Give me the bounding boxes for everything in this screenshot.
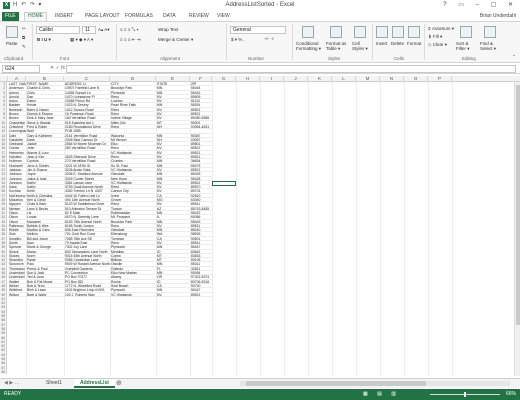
- ribbon-tabs: FILE HOME INSERT PAGE LAYOUT FORMULAS DA…: [0, 11, 520, 21]
- accounting-percent-comma-buttons[interactable]: $ ▾ % ,: [231, 37, 245, 43]
- autosum-label: AutoSum ▾: [432, 26, 455, 31]
- number-group-label: Number: [248, 56, 265, 61]
- tab-review[interactable]: REVIEW: [186, 12, 212, 21]
- bold-italic-underline-buttons[interactable]: B I U ▾: [37, 37, 51, 43]
- tab-formulas[interactable]: FORMULAS: [122, 12, 156, 21]
- formula-bar: G24 ✕ ✓ fx: [0, 64, 520, 74]
- name-box[interactable]: G24: [2, 65, 40, 73]
- view-mode-icons[interactable]: ▦ ▤ ▥: [363, 389, 400, 400]
- alignment-group-label: Alignment: [160, 56, 181, 61]
- divider: [32, 24, 33, 60]
- worksheet-grid[interactable]: ABCDEFGHIJKLMNOP 1LAST_NAMEFIRST_NAMEADD…: [0, 76, 520, 376]
- autosum-button[interactable]: Σ AutoSum ▾: [428, 26, 454, 32]
- ribbon: Paste ✂ ⧉ ✎ Clipboard Calibri 11 A▴ A▾ B…: [0, 21, 520, 63]
- align-top-icons[interactable]: ≡ ≡ ≡ ⤡ ▾: [120, 27, 138, 32]
- editing-group-label: Editing: [462, 56, 476, 61]
- number-format-select[interactable]: General: [230, 26, 286, 34]
- format-as-table-button[interactable]: Format as Table ▾: [326, 41, 350, 51]
- status-bar: READY ▦ ▤ ▥ 66%: [0, 389, 520, 400]
- merge-center-button[interactable]: Merge & Center ▾: [158, 37, 193, 43]
- tab-home[interactable]: HOME: [24, 12, 47, 21]
- delete-cells-button[interactable]: Delete: [391, 41, 404, 46]
- clear-button[interactable]: ◇ Clear ▾: [428, 42, 447, 48]
- cell-styles-icon[interactable]: [354, 26, 366, 38]
- format-painter-icon[interactable]: ✎: [22, 44, 26, 50]
- wrap-text-button[interactable]: Wrap Text: [158, 27, 178, 32]
- zoom-slider[interactable]: [430, 392, 500, 397]
- collapse-ribbon-icon[interactable]: ⌃: [512, 54, 516, 60]
- format-cells-icon[interactable]: [408, 26, 420, 38]
- font-group-label: Font: [60, 56, 70, 61]
- tab-insert[interactable]: INSERT: [52, 12, 76, 21]
- divider: [424, 24, 425, 60]
- status-ready: READY: [4, 391, 22, 397]
- formula-input[interactable]: [66, 65, 516, 73]
- divider: [372, 24, 373, 60]
- formula-buttons[interactable]: ✕ ✓ fx: [50, 65, 65, 71]
- styles-group-label: Styles: [328, 56, 341, 61]
- worksheet-rows: 1LAST_NAMEFIRST_NAMEADDRESS_LICITYSTATEZ…: [0, 82, 520, 375]
- window-controls[interactable]: ? ▭ – ▢ ✕: [443, 1, 518, 8]
- find-select-button[interactable]: Find & Select ▾: [480, 41, 504, 51]
- borders-fill-color-icons[interactable]: ▦ ▾ ◆ ▾ A ▾: [70, 37, 93, 43]
- divider: [292, 24, 293, 60]
- sheet-nav-arrows[interactable]: ◀ ▶ …: [4, 380, 19, 386]
- tab-file[interactable]: FILE: [2, 12, 19, 21]
- row-header[interactable]: 68: [0, 369, 7, 375]
- paste-icon[interactable]: [6, 26, 18, 38]
- active-cell-g24[interactable]: [212, 180, 236, 186]
- user-name[interactable]: Brian Underdahl: [480, 13, 516, 19]
- horizontal-scrollbar[interactable]: [240, 381, 510, 386]
- zoom-slider-knob[interactable]: [464, 392, 466, 397]
- insert-cells-button[interactable]: Insert: [376, 41, 387, 46]
- tab-page-layout[interactable]: PAGE LAYOUT: [82, 12, 123, 21]
- vertical-scrollbar[interactable]: [514, 82, 520, 376]
- table-row: 68: [0, 369, 520, 375]
- format-cells-button[interactable]: Format: [407, 41, 421, 46]
- paste-button[interactable]: Paste: [6, 41, 18, 46]
- zoom-level[interactable]: 66%: [506, 389, 516, 400]
- align-left-icons[interactable]: ≡ ≡ ≡ ⇤ ⇥: [120, 37, 140, 43]
- find-select-icon[interactable]: [484, 26, 496, 38]
- sort-filter-button[interactable]: Sort & Filter ▾: [456, 41, 478, 51]
- tab-view[interactable]: VIEW: [214, 12, 233, 21]
- format-as-table-icon[interactable]: [330, 26, 342, 38]
- vertical-scroll-thumb[interactable]: [516, 85, 520, 325]
- tab-addresslist[interactable]: AddressList: [74, 379, 115, 388]
- copy-icon[interactable]: ⧉: [22, 35, 25, 40]
- fill-label: Fill ▾: [433, 34, 443, 39]
- divider: [226, 24, 227, 60]
- font-size-select[interactable]: 11: [82, 26, 96, 34]
- clear-label: Clear ▾: [432, 42, 447, 47]
- new-sheet-button[interactable]: ⊕: [116, 379, 122, 388]
- tab-data[interactable]: DATA: [160, 12, 179, 21]
- sort-filter-icon[interactable]: [460, 26, 472, 38]
- grow-shrink-font-buttons[interactable]: A▴ A▾: [98, 27, 110, 33]
- delete-cells-icon[interactable]: [392, 26, 404, 38]
- fill-button[interactable]: ⬇ Fill ▾: [428, 34, 442, 40]
- cut-icon[interactable]: ✂: [22, 26, 26, 32]
- window-title: AddressListSorted - Excel: [225, 2, 295, 8]
- cell-styles-button[interactable]: Cell Styles ▾: [352, 41, 370, 51]
- title-bar: X H ↶ ↷ ▾ AddressListSorted - Excel ? ▭ …: [0, 0, 520, 11]
- sheet-tab-bar: ◀ ▶ … Sheet1 AddressList ⊕: [0, 378, 520, 388]
- clipboard-group-label: Clipboard: [4, 56, 24, 61]
- decimal-buttons[interactable]: ⁺⁰ ⁻⁰: [264, 37, 274, 43]
- horizontal-scroll-thumb[interactable]: [246, 381, 426, 386]
- insert-cells-icon[interactable]: [376, 26, 388, 38]
- font-name-select[interactable]: Calibri: [36, 26, 80, 34]
- tab-sheet1[interactable]: Sheet1: [40, 379, 68, 388]
- conditional-formatting-button[interactable]: Conditional Formatting ▾: [296, 41, 324, 51]
- conditional-formatting-icon[interactable]: [302, 26, 314, 38]
- divider: [116, 24, 117, 60]
- cells-group-label: Cells: [394, 56, 405, 61]
